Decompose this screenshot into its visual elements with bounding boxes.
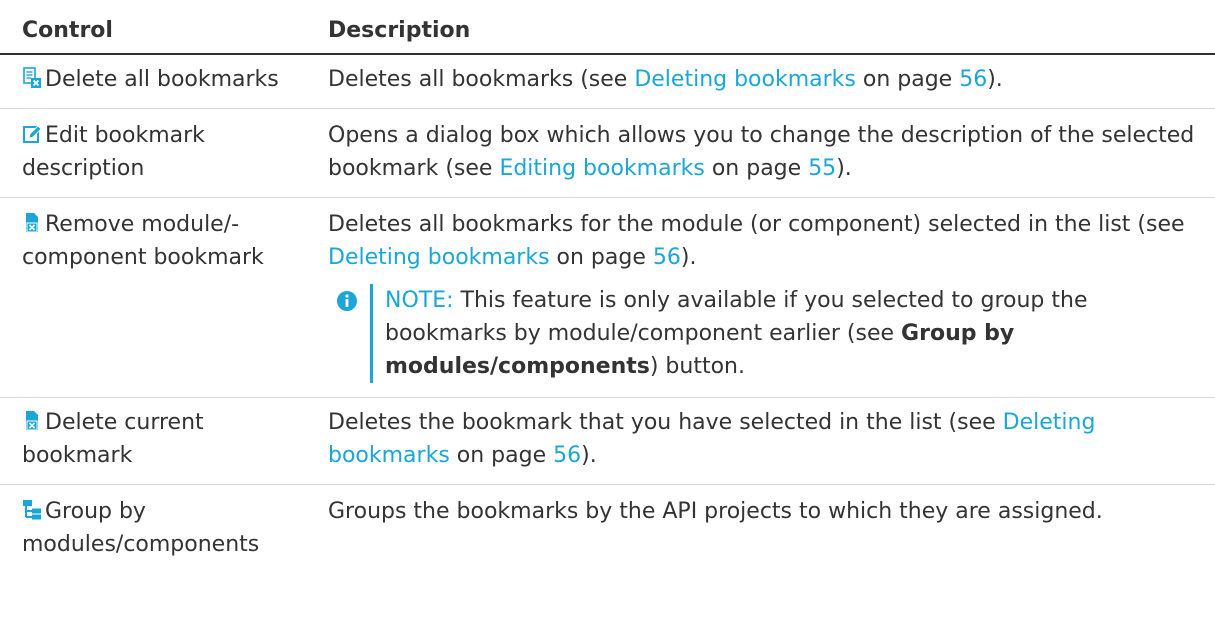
table-row: Group by modules/components Groups the b…	[0, 485, 1215, 566]
description-text: on page	[855, 67, 960, 92]
table-row: Remove module/-component bookmark Delete…	[0, 197, 1215, 398]
control-label: Group by modules/components	[22, 499, 260, 557]
control-label: Remove module/-component bookmark	[22, 212, 264, 270]
table-row: Edit bookmark description Opens a dialog…	[0, 108, 1215, 198]
remove-bookmark-icon	[26, 213, 38, 233]
control-label: Delete all bookmarks	[45, 67, 279, 92]
description-text: on page	[549, 245, 653, 270]
control-cell: Remove module/-component bookmark	[0, 197, 306, 398]
description-text: on page	[449, 443, 554, 468]
control-cell: Edit bookmark description	[0, 108, 306, 198]
note-body: NOTE: This feature is only available if …	[370, 284, 1195, 383]
page-link[interactable]: 56	[959, 67, 987, 92]
table-row: Delete current bookmark Deletes the book…	[0, 397, 1215, 485]
deleting-bookmarks-link[interactable]: Deleting bookmarks	[634, 67, 856, 92]
description-text: ).	[987, 67, 1003, 92]
description-text: ).	[680, 245, 697, 270]
page-link[interactable]: 56	[653, 245, 681, 270]
edit-pencil-icon	[23, 125, 42, 143]
editing-bookmarks-link[interactable]: Editing bookmarks	[499, 156, 704, 181]
description-text: ).	[836, 156, 852, 181]
info-icon	[337, 291, 357, 311]
control-cell: Delete current bookmark	[0, 397, 306, 485]
control-cell: Group by modules/components	[0, 485, 306, 566]
description-text: ).	[581, 443, 597, 468]
table-row: Delete all bookmarks Deletes all bookmar…	[0, 54, 1215, 109]
description-text: Deletes the bookmark that you have selec…	[328, 410, 1003, 435]
control-cell: Delete all bookmarks	[0, 54, 306, 109]
description-text: Groups the bookmarks by the API projects…	[328, 499, 1103, 524]
description-text: on page	[704, 156, 809, 181]
note-label: NOTE:	[385, 288, 454, 313]
description-cell: Deletes all bookmarks (see Deleting book…	[306, 54, 1215, 109]
description-cell: Opens a dialog box which allows you to c…	[306, 108, 1215, 198]
description-cell: Deletes all bookmarks for the module (or…	[306, 197, 1215, 398]
page-link[interactable]: 56	[553, 443, 581, 468]
description-text: Deletes all bookmarks (see	[328, 67, 635, 92]
description-cell: Groups the bookmarks by the API projects…	[306, 485, 1215, 566]
page-link[interactable]: 55	[808, 156, 836, 181]
control-label: Edit bookmark description	[22, 123, 205, 181]
delete-all-bookmarks-icon	[23, 67, 41, 88]
control-label: Delete current bookmark	[22, 410, 204, 468]
note-callout: NOTE: This feature is only available if …	[336, 284, 1195, 383]
header-control: Control	[0, 0, 306, 55]
description-text: Deletes all bookmarks for the module (or…	[328, 212, 1185, 237]
group-hierarchy-icon	[23, 500, 41, 520]
controls-table: Control Description Delete all bookmarks…	[0, 0, 1215, 565]
delete-bookmark-icon	[26, 411, 38, 431]
description-paragraph: Deletes all bookmarks for the module (or…	[328, 208, 1195, 274]
note-text: ) button.	[649, 354, 745, 379]
table-header-row: Control Description	[0, 0, 1215, 55]
deleting-bookmarks-link[interactable]: Deleting bookmarks	[328, 245, 550, 270]
description-cell: Deletes the bookmark that you have selec…	[306, 397, 1215, 485]
header-description: Description	[306, 0, 1215, 55]
